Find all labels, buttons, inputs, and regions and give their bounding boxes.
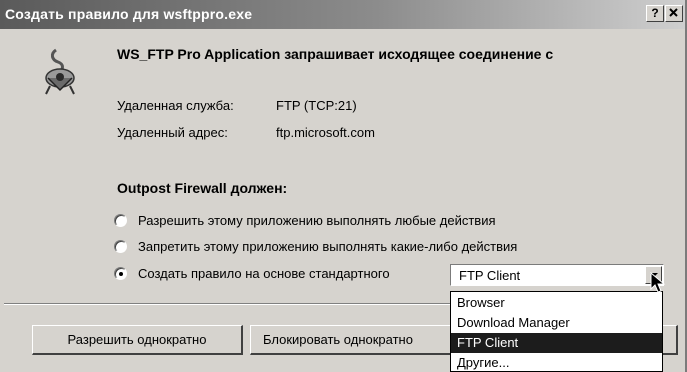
request-heading: WS_FTP Pro Application запрашивает исход… — [117, 46, 554, 62]
block-once-button[interactable]: Блокировать однократно — [250, 325, 460, 355]
radio-button[interactable] — [114, 240, 127, 253]
radio-label: Разрешить этому приложению выполнять люб… — [138, 213, 496, 228]
rule-template-dropdown-list[interactable]: Browser Download Manager FTP Client Друг… — [450, 291, 663, 372]
remote-address-label: Удаленный адрес: — [117, 125, 228, 140]
remote-service-label: Удаленная служба: — [117, 98, 234, 113]
window-title: Создать правило для wsftppro.exe — [5, 6, 253, 22]
dropdown-option-ftp-client[interactable]: FTP Client — [451, 333, 662, 353]
select-value: FTP Client — [459, 268, 521, 283]
ftp-application-icon — [45, 48, 75, 95]
rule-template-select[interactable]: FTP Client — [450, 264, 664, 286]
radio-label: Запретить этому приложению выполнять как… — [138, 239, 518, 254]
options-title: Outpost Firewall должен: — [117, 180, 288, 196]
radio-button-checked[interactable] — [114, 267, 127, 280]
dialog-window: Создать правило для wsftppro.exe ? WS_FT… — [0, 0, 687, 372]
close-icon — [669, 8, 678, 17]
mouse-pointer-icon — [650, 272, 666, 293]
radio-label: Создать правило на основе стандартного — [138, 266, 390, 281]
title-bar[interactable]: Создать правило для wsftppro.exe ? — [0, 0, 685, 29]
remote-address-value: ftp.microsoft.com — [276, 125, 375, 140]
help-button[interactable]: ? — [646, 5, 664, 22]
close-button[interactable] — [665, 5, 683, 22]
dropdown-option-download-manager[interactable]: Download Manager — [451, 313, 662, 333]
allow-once-button[interactable]: Разрешить однократно — [32, 325, 243, 355]
dropdown-option-other[interactable]: Другие... — [451, 353, 662, 371]
remote-service-value: FTP (TCP:21) — [276, 98, 357, 113]
radio-button[interactable] — [114, 214, 127, 227]
dropdown-option-browser[interactable]: Browser — [451, 293, 662, 313]
divider — [4, 303, 450, 305]
